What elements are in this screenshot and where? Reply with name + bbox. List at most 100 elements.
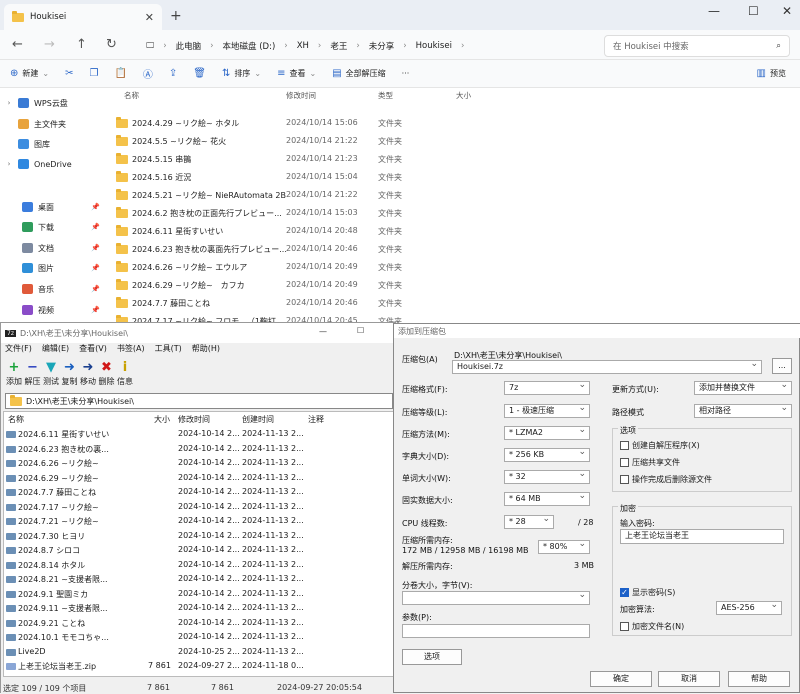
delete-source-checkbox[interactable]: 操作完成后删除源文件 bbox=[620, 474, 712, 485]
maximize-icon[interactable]: ☐ bbox=[748, 4, 759, 18]
nav-item[interactable]: 主文件夹 bbox=[0, 114, 108, 134]
column-name[interactable]: 名称 bbox=[8, 414, 24, 425]
nav-item[interactable]: 图片 📌 bbox=[0, 258, 108, 278]
solid-select[interactable]: * 64 MB bbox=[504, 490, 590, 506]
archive-row[interactable]: 2024.8.14 ホタル 2024-10-14 2... 2024-11-13 2… bbox=[4, 559, 394, 572]
delete-button[interactable]: 🗑 bbox=[193, 68, 206, 79]
archive-row[interactable]: Live2D 2024-10-25 2... 2024-11-13 2... bbox=[4, 646, 394, 659]
cancel-button[interactable]: 取消 bbox=[658, 671, 720, 687]
ok-button[interactable]: 确定 bbox=[590, 671, 652, 687]
back-icon[interactable]: ← bbox=[12, 37, 23, 52]
pin-icon[interactable]: 📌 bbox=[91, 306, 100, 314]
archive-row[interactable]: 2024.9.1 聖園ミカ 2024-10-14 2... 2024-11-13 2… bbox=[4, 588, 394, 601]
nav-item[interactable]: › WPS云盘 bbox=[0, 93, 108, 113]
nav-item[interactable]: 下载 📌 bbox=[0, 217, 108, 237]
archive-row[interactable]: 上老王论坛当老王.zip 7 861 2024-09-27 2... 2024-11-… bbox=[4, 660, 394, 673]
archive-row[interactable]: 2024.7.7 藤田ことね 2024-10-14 2... 2024-11-13 … bbox=[4, 486, 394, 499]
copy-button[interactable]: ❐ bbox=[89, 68, 98, 79]
column-modified[interactable]: 修改时间 bbox=[178, 414, 210, 425]
file-row[interactable]: 2024.5.5 ~リク絵~ 花火 2024/10/14 21:22 文件夹 bbox=[108, 132, 800, 150]
params-input[interactable] bbox=[402, 624, 590, 638]
menu-item[interactable]: 文件(F) bbox=[5, 343, 32, 357]
archive-row[interactable]: 2024.6.26 ~リク絵~ 2024-10-14 2... 2024-11-13… bbox=[4, 457, 394, 470]
rename-button[interactable]: Ⓐ bbox=[143, 66, 153, 81]
view-button[interactable]: ≡ 查看 ⌄ bbox=[277, 68, 316, 79]
format-select[interactable]: 7z bbox=[504, 379, 590, 395]
paste-button[interactable]: 📋 bbox=[114, 68, 126, 79]
breadcrumb-item[interactable]: XH bbox=[297, 41, 309, 51]
method-select[interactable]: * LZMA2 bbox=[504, 424, 590, 440]
menu-item[interactable]: 帮助(H) bbox=[192, 343, 220, 357]
shared-checkbox[interactable]: 压缩共享文件 bbox=[620, 457, 680, 468]
maximize-icon[interactable]: ☐ bbox=[357, 326, 364, 335]
nav-item[interactable]: 图库 bbox=[0, 134, 108, 154]
column-size[interactable]: 大小 bbox=[456, 90, 471, 101]
browse-button[interactable]: ... bbox=[772, 358, 792, 374]
breadcrumb-item[interactable]: 未分享 bbox=[369, 40, 395, 52]
new-button[interactable]: ⊕ 新建 ⌄ bbox=[10, 68, 49, 79]
column-type[interactable]: 类型 bbox=[378, 90, 393, 101]
breadcrumb-item[interactable]: 本地磁盘 (D:) bbox=[223, 40, 276, 52]
up-icon[interactable]: ↑ bbox=[76, 37, 87, 52]
file-row[interactable]: 2024.6.29 ~リク絵~ カフカ 2024/10/14 20:49 文件夹 bbox=[108, 276, 800, 294]
new-tab-button[interactable]: + bbox=[170, 8, 182, 24]
search-input[interactable]: 在 Houkisei 中搜索 ⌕ bbox=[604, 35, 790, 57]
file-row[interactable]: 2024.5.16 近況 2024/10/14 15:04 文件夹 bbox=[108, 168, 800, 186]
menu-item[interactable]: 查看(V) bbox=[79, 343, 107, 357]
pin-icon[interactable]: 📌 bbox=[91, 223, 100, 231]
archive-row[interactable]: 2024.7.17 ~リク絵~ 2024-10-14 2... 2024-11-13… bbox=[4, 501, 394, 514]
pin-icon[interactable]: 📌 bbox=[91, 244, 100, 252]
nav-item[interactable]: 音乐 📌 bbox=[0, 279, 108, 299]
preview-button[interactable]: ▥ 预览 bbox=[757, 68, 786, 79]
forward-icon[interactable]: → bbox=[44, 37, 55, 52]
extract-all-button[interactable]: ▤ 全部解压缩 bbox=[332, 68, 385, 79]
archive-row[interactable]: 2024.8.21 ~支援者限... 2024-10-14 2... 2024-11… bbox=[4, 573, 394, 586]
nav-item[interactable]: 文档 📌 bbox=[0, 238, 108, 258]
menu-item[interactable]: 编辑(E) bbox=[42, 343, 69, 357]
archive-row[interactable]: 2024.6.29 ~リク絵~ 2024-10-14 2... 2024-11-13… bbox=[4, 472, 394, 485]
archive-name-combo[interactable]: Houkisei.7z bbox=[452, 358, 762, 374]
dict-select[interactable]: * 256 KB bbox=[504, 446, 590, 462]
breadcrumb-item[interactable]: Houkisei bbox=[416, 41, 452, 51]
update-select[interactable]: 添加并替换文件 bbox=[694, 379, 792, 395]
sfx-checkbox[interactable]: 创建自解压程序(X) bbox=[620, 440, 700, 451]
mem-percent-select[interactable]: * 80% bbox=[538, 538, 590, 554]
column-comment[interactable]: 注释 bbox=[308, 414, 324, 425]
column-size[interactable]: 大小 bbox=[154, 414, 170, 425]
close-window-icon[interactable]: ✕ bbox=[782, 4, 792, 18]
nav-item[interactable]: 桌面 📌 bbox=[0, 197, 108, 217]
menu-item[interactable]: 书签(A) bbox=[117, 343, 145, 357]
split-select[interactable] bbox=[402, 589, 590, 605]
breadcrumb-item[interactable]: 老王 bbox=[330, 40, 347, 52]
word-select[interactable]: * 32 bbox=[504, 468, 590, 484]
file-row[interactable]: 2024.5.15 串鵲 2024/10/14 21:23 文件夹 bbox=[108, 150, 800, 168]
archive-row[interactable]: 2024.7.21 ~リク絵~ 2024-10-14 2... 2024-11-13… bbox=[4, 515, 394, 528]
address-bar[interactable]: 🖵 › 此电脑 › 本地磁盘 (D:) › XH › 老王 › 未分享 › Houkisei… bbox=[138, 35, 594, 57]
close-icon[interactable]: ✕ bbox=[145, 11, 154, 24]
column-modified[interactable]: 修改时间 bbox=[286, 90, 316, 101]
menu-item[interactable]: 工具(T) bbox=[155, 343, 182, 357]
archive-row[interactable]: 2024.8.7 シロコ 2024-10-14 2... 2024-11-13 2.… bbox=[4, 544, 394, 557]
archive-row[interactable]: 2024.7.30 ヒヨリ 2024-10-14 2... 2024-11-13 2… bbox=[4, 530, 394, 543]
level-select[interactable]: 1 - 极速压缩 bbox=[504, 402, 590, 418]
file-row[interactable]: 2024.7.7 藤田ことね 2024/10/14 20:46 文件夹 bbox=[108, 294, 800, 312]
file-row[interactable]: 2024.6.2 抱き枕の正面先行プレビュー... 2024/10/14 15:0… bbox=[108, 204, 800, 222]
nav-item[interactable]: › OneDrive bbox=[0, 154, 108, 174]
options-button[interactable]: 选项 bbox=[402, 649, 462, 665]
pin-icon[interactable]: 📌 bbox=[91, 264, 100, 272]
enc-method-select[interactable]: AES-256 bbox=[716, 599, 782, 615]
minimize-icon[interactable]: — bbox=[708, 4, 720, 18]
breadcrumb-item[interactable]: 此电脑 bbox=[176, 40, 202, 52]
archive-row[interactable]: 2024.6.23 抱き枕の裏... 2024-10-14 2... 2024-11… bbox=[4, 443, 394, 456]
archive-row[interactable]: 2024.9.11 ~支援者限... 2024-10-14 2... 2024-11… bbox=[4, 602, 394, 615]
file-row[interactable]: 2024.6.23 抱き枕の裏面先行プレビュー... 2024/10/14 20:… bbox=[108, 240, 800, 258]
pathmode-select[interactable]: 相对路径 bbox=[694, 402, 792, 418]
cut-button[interactable]: ✂ bbox=[65, 68, 73, 79]
file-row[interactable]: 2024.6.11 星街すいせい 2024/10/14 20:48 文件夹 bbox=[108, 222, 800, 240]
help-button[interactable]: 帮助 bbox=[728, 671, 790, 687]
tab-houkisei[interactable]: Houkisei ✕ bbox=[4, 4, 162, 30]
minimize-icon[interactable]: — bbox=[319, 327, 327, 336]
sort-button[interactable]: ⇅ 排序 ⌄ bbox=[222, 68, 261, 79]
more-button[interactable]: ··· bbox=[402, 69, 410, 78]
nav-item[interactable]: 视频 📌 bbox=[0, 300, 108, 320]
